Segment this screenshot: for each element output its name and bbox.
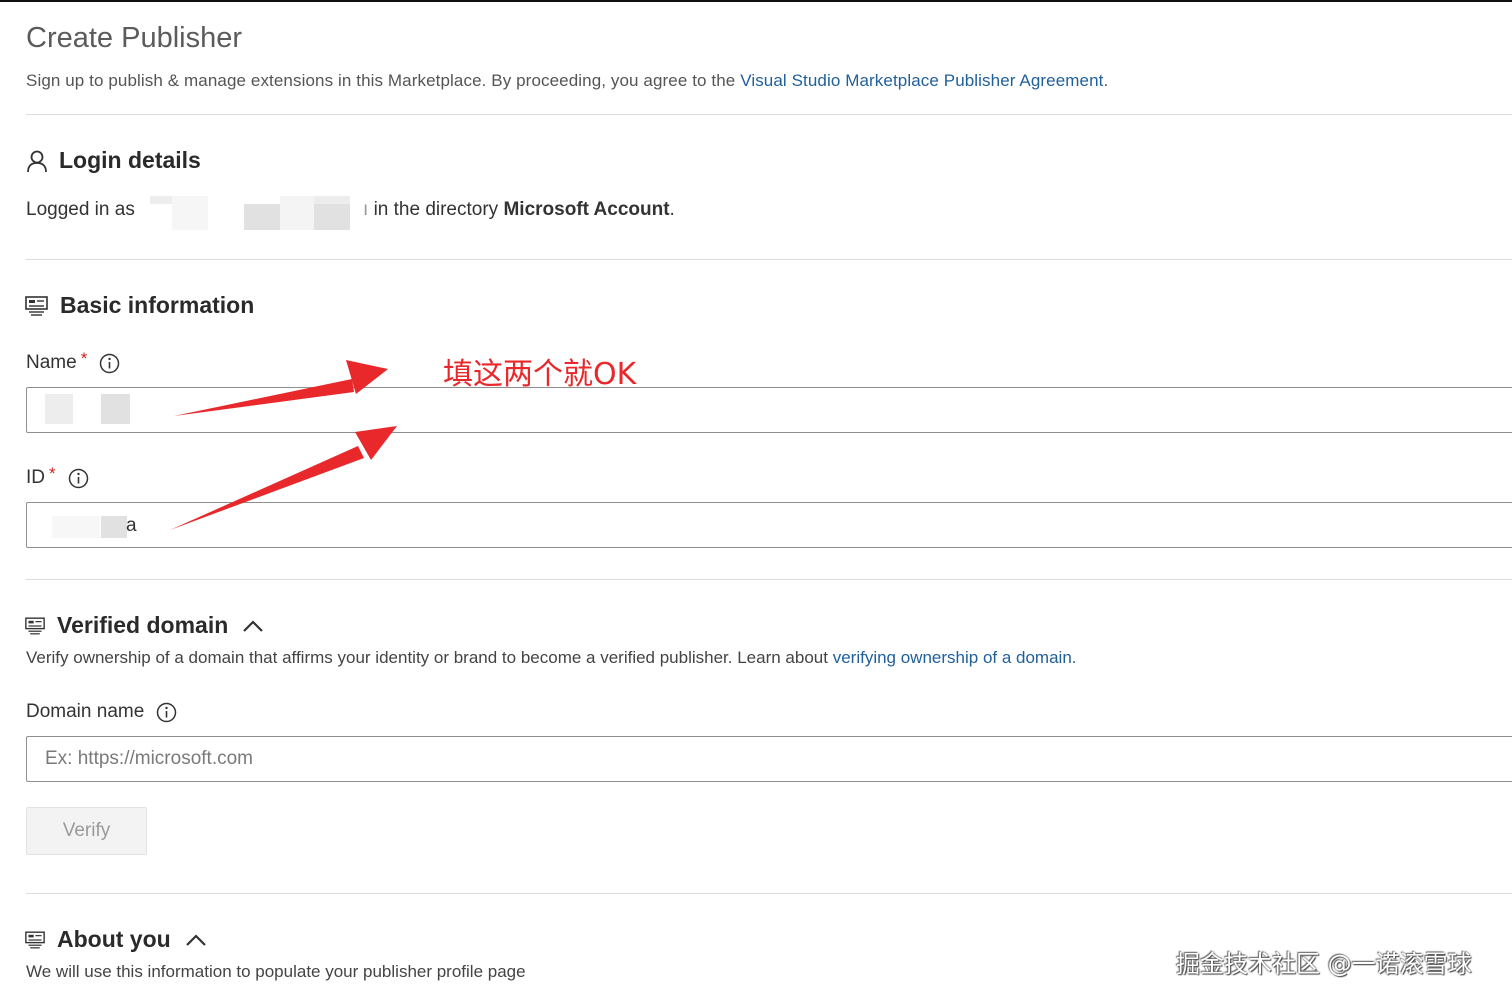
- watermark: 掘金技术社区 @一诺滚雪球: [1176, 950, 1472, 978]
- redacted-id: [52, 516, 100, 538]
- verify-domain-link[interactable]: verifying ownership of a domain.: [833, 648, 1077, 667]
- directory-name: Microsoft Account: [503, 199, 670, 220]
- name-label: Name: [26, 352, 77, 373]
- redacted-id: [101, 516, 127, 538]
- annotation-text: 填这两个就OK: [443, 357, 637, 392]
- divider: [26, 579, 1512, 580]
- domain-description-text: Verify ownership of a domain that affirm…: [26, 648, 833, 667]
- basic-information-title: Basic information: [60, 292, 255, 318]
- top-border: [0, 0, 1512, 2]
- redacted-account-part: [314, 204, 350, 230]
- form-icon: [25, 930, 45, 950]
- info-circle-icon[interactable]: [68, 468, 89, 489]
- redacted-name: [101, 394, 130, 424]
- about-you-title: About you: [57, 926, 171, 952]
- about-you-description: We will use this information to populate…: [26, 962, 526, 981]
- page-title: Create Publisher: [26, 22, 242, 54]
- verify-button[interactable]: Verify: [26, 807, 147, 855]
- name-input[interactable]: [26, 387, 1512, 433]
- redacted-account-part: [172, 196, 208, 230]
- login-details-header: Login details: [26, 147, 201, 174]
- form-icon: [25, 295, 48, 317]
- verified-domain-description: Verify ownership of a domain that affirm…: [26, 648, 1077, 668]
- directory-label: in the directory: [373, 199, 499, 220]
- info-circle-icon[interactable]: [99, 353, 120, 374]
- person-icon: [26, 149, 48, 173]
- intro-text: Sign up to publish & manage extensions i…: [26, 71, 1108, 91]
- about-you-header[interactable]: About you: [25, 926, 207, 953]
- form-icon: [25, 616, 45, 636]
- domain-label-row: Domain name: [26, 701, 177, 723]
- id-input[interactable]: [26, 502, 1512, 548]
- directory-text: ı in the directory Microsoft Account.: [363, 199, 675, 220]
- intro-message: Sign up to publish & manage extensions i…: [26, 71, 741, 90]
- publisher-agreement-link[interactable]: Visual Studio Marketplace Publisher Agre…: [740, 71, 1103, 90]
- redacted-name: [45, 394, 73, 424]
- logged-in-prefix: Logged in as: [26, 199, 135, 220]
- domain-name-label: Domain name: [26, 701, 145, 722]
- required-mark: *: [49, 464, 56, 483]
- id-visible-char: a: [126, 515, 137, 536]
- verified-domain-title: Verified domain: [57, 612, 229, 638]
- id-label-row: ID *: [26, 464, 89, 489]
- redacted-account-part: [280, 196, 314, 230]
- login-details-title: Login details: [59, 147, 201, 173]
- info-circle-icon[interactable]: [156, 702, 177, 723]
- required-mark: *: [80, 349, 88, 368]
- divider: [26, 114, 1512, 115]
- domain-name-input[interactable]: [26, 736, 1512, 782]
- intro-end: .: [1103, 71, 1109, 90]
- divider: [26, 893, 1512, 894]
- redacted-account-part: [150, 196, 172, 204]
- redacted-account-part: [244, 204, 280, 230]
- verified-domain-header[interactable]: Verified domain: [25, 612, 264, 639]
- divider: [26, 259, 1512, 260]
- directory-end: .: [669, 199, 675, 220]
- redacted-account-part: [314, 196, 350, 204]
- basic-information-header: Basic information: [25, 292, 254, 319]
- id-label: ID: [26, 467, 45, 488]
- chevron-up-icon[interactable]: [185, 933, 207, 947]
- chevron-up-icon[interactable]: [242, 619, 264, 633]
- annotation-arrows: [170, 360, 397, 530]
- name-label-row: Name *: [26, 349, 120, 374]
